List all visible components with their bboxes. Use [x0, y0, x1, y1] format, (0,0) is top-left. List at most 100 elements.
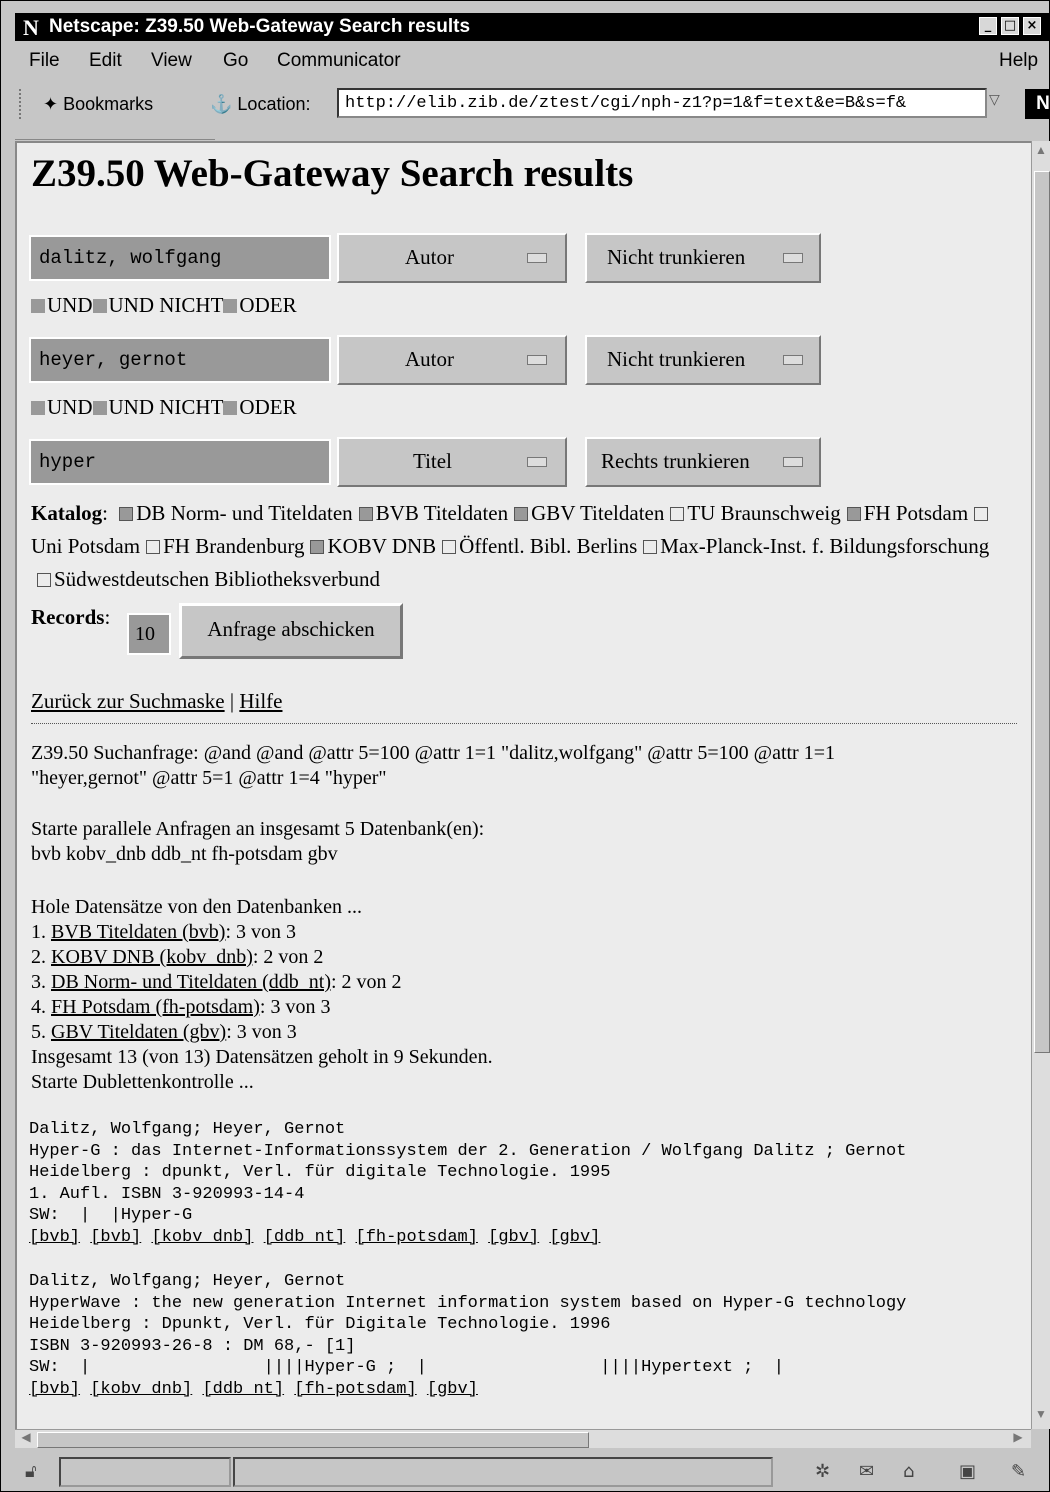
record-db-link[interactable]: [fh-potsdam] [294, 1380, 416, 1399]
location-label: ⚓ Location: [210, 94, 310, 115]
location-toolbar: ✦ Bookmarks ⚓ Location: http://elib.zib.… [15, 85, 1050, 125]
security-lock-icon[interactable]: 🔓︎ [25, 1461, 37, 1482]
submit-button[interactable]: Anfrage abschicken [179, 603, 403, 659]
netscape-logo-icon: N [1025, 89, 1050, 119]
help-link[interactable]: Hilfe [239, 689, 282, 713]
search-term-input-3[interactable]: hyper [29, 439, 331, 485]
records-input[interactable]: 10 [127, 613, 171, 655]
db-result-link[interactable]: FH Potsdam (fh-potsdam) [51, 996, 260, 1018]
catalog-label: BVB Titeldaten [375, 501, 509, 525]
trunc-select-1[interactable]: Nicht trunkieren [585, 233, 821, 283]
record-links: [bvb] [bvb] [kobv_dnb] [ddb_nt] [fh-pots… [29, 1227, 906, 1249]
link-separator: | [229, 689, 235, 713]
toolbar-tabs[interactable] [15, 129, 215, 140]
record-db-link[interactable]: [ddb_nt] [202, 1380, 284, 1399]
db-result-num: 5. [31, 1021, 46, 1043]
record-db-link[interactable]: [kobv_dnb] [90, 1380, 192, 1399]
compose-icon[interactable]: ✎ [1011, 1461, 1026, 1482]
toolbar-grip[interactable] [19, 89, 27, 119]
query-line: Z39.50 Suchanfrage: @and @and @attr 5=10… [31, 742, 835, 764]
db-result-link[interactable]: GBV Titeldaten (gbv) [51, 1021, 226, 1043]
url-dropdown-icon[interactable]: ▽ [989, 91, 1011, 117]
radio-oder[interactable] [223, 401, 238, 415]
catalog-label: Max-Planck-Inst. f. Bildungsforschung [660, 534, 990, 558]
horizontal-scroll-thumb[interactable] [37, 1432, 589, 1448]
search-term-input-1[interactable]: dalitz, wolfgang [29, 235, 331, 281]
scroll-down-icon[interactable]: ▼ [1034, 1407, 1048, 1425]
menu-go[interactable]: Go [223, 50, 248, 72]
select-knob-icon [783, 355, 803, 365]
record-line: SW: | |Hyper-G [29, 1206, 193, 1225]
trunc-select-3[interactable]: Rechts trunkieren [585, 437, 821, 487]
mail-icon[interactable]: ✉ [859, 1461, 874, 1482]
record-db-link[interactable]: [gbv] [488, 1228, 539, 1247]
scroll-right-icon[interactable]: ▶ [1009, 1430, 1027, 1448]
record-db-link[interactable]: [gbv] [549, 1228, 600, 1247]
vertical-scroll-thumb[interactable] [1034, 171, 1050, 1053]
catalog-checkbox-kobv-dnb[interactable] [310, 540, 325, 554]
record-line: Dalitz, Wolfgang; Heyer, Gernot [29, 1272, 346, 1291]
connector-radios-2: UND UND NICHT ODER [31, 395, 297, 420]
minimize-icon[interactable]: _ [979, 17, 997, 35]
close-icon[interactable]: × [1023, 17, 1041, 35]
trunc-select-2[interactable]: Nicht trunkieren [585, 335, 821, 385]
catalog-checkbox-tu-braunschweig[interactable] [670, 507, 685, 521]
radio-und[interactable] [31, 299, 45, 313]
catalog-checkbox-uni-potsdam[interactable] [974, 507, 989, 521]
dedup-line: Starte Dublettenkontrolle ... [31, 1071, 254, 1093]
db-result-link[interactable]: BVB Titeldaten (bvb) [51, 921, 225, 943]
catalog-selection: Katalog: DB Norm- und Titeldaten BVB Tite… [31, 501, 990, 591]
url-input[interactable]: http://elib.zib.de/ztest/cgi/nph-z1?p=1&… [337, 88, 987, 118]
radio-oder[interactable] [223, 299, 238, 313]
menu-communicator[interactable]: Communicator [277, 50, 401, 72]
catalog-checkbox-bvb[interactable] [358, 507, 373, 521]
field-select-label: Titel [413, 449, 452, 473]
record-db-link[interactable]: [gbv] [427, 1380, 478, 1399]
search-term-input-2[interactable]: heyer, gernot [29, 337, 331, 383]
field-select-3[interactable]: Titel [337, 437, 567, 487]
catalog-checkbox-oeff-bibl[interactable] [442, 540, 457, 554]
catalog-checkbox-fh-brandenburg[interactable] [146, 540, 161, 554]
field-select-2[interactable]: Autor [337, 335, 567, 385]
record-db-link[interactable]: [kobv_dnb] [151, 1228, 253, 1247]
record-db-link[interactable]: [bvb] [29, 1380, 80, 1399]
record-line: 1. Aufl. ISBN 3-920993-14-4 [29, 1184, 305, 1204]
field-select-1[interactable]: Autor [337, 233, 567, 283]
horizontal-scrollbar[interactable]: ◀ ▶ [15, 1429, 1031, 1448]
radio-und-nicht[interactable] [92, 299, 107, 313]
field-select-label: Autor [405, 347, 454, 371]
catalog-checkbox-fh-potsdam[interactable] [846, 507, 861, 521]
discussion-icon[interactable]: ⌂ [903, 1461, 914, 1482]
bookmarks-button[interactable]: ✦ Bookmarks [43, 94, 153, 115]
scroll-up-icon[interactable]: ▲ [1034, 143, 1048, 161]
record-db-link[interactable]: [bvb] [29, 1228, 80, 1247]
catalog-checkbox-gbv[interactable] [514, 507, 529, 521]
catalog-checkbox-db-norm[interactable] [119, 507, 134, 521]
radio-und[interactable] [31, 401, 45, 415]
record-line: SW: | ||||Hyper-G ; | ||||Hypertext ; | [29, 1358, 784, 1377]
composer-icon[interactable]: ▣ [959, 1461, 976, 1482]
record-db-link[interactable]: [fh-potsdam] [356, 1228, 478, 1247]
menu-edit[interactable]: Edit [89, 50, 122, 72]
scroll-left-icon[interactable]: ◀ [17, 1430, 35, 1448]
db-result-num: 4. [31, 996, 46, 1018]
back-to-search-link[interactable]: Zurück zur Suchmaske [31, 689, 225, 713]
vertical-scrollbar[interactable]: ▲ ▼ [1031, 141, 1050, 1429]
catalog-label: TU Braunschweig [687, 501, 841, 525]
menu-file[interactable]: File [29, 50, 60, 72]
navigator-icon[interactable]: ✲ [815, 1461, 830, 1482]
menu-help[interactable]: Help [999, 50, 1038, 72]
record-db-link[interactable]: [ddb_nt] [264, 1228, 346, 1247]
catalog-checkbox-swb[interactable] [37, 573, 51, 587]
status-message-cell [233, 1457, 773, 1487]
radio-und-nicht[interactable] [92, 401, 107, 415]
db-result-link[interactable]: DB Norm- und Titeldaten (ddb_nt) [51, 971, 331, 993]
menu-view[interactable]: View [151, 50, 192, 72]
radio-label: ODER [239, 395, 297, 419]
catalog-checkbox-max-planck[interactable] [643, 540, 658, 554]
record-db-link[interactable]: [bvb] [90, 1228, 141, 1247]
maximize-icon[interactable]: □ [1001, 17, 1019, 35]
field-select-label: Autor [405, 245, 454, 269]
db-result-link[interactable]: KOBV DNB (kobv_dnb) [51, 946, 253, 968]
db-result-count: : 3 von 3 [226, 1021, 297, 1043]
